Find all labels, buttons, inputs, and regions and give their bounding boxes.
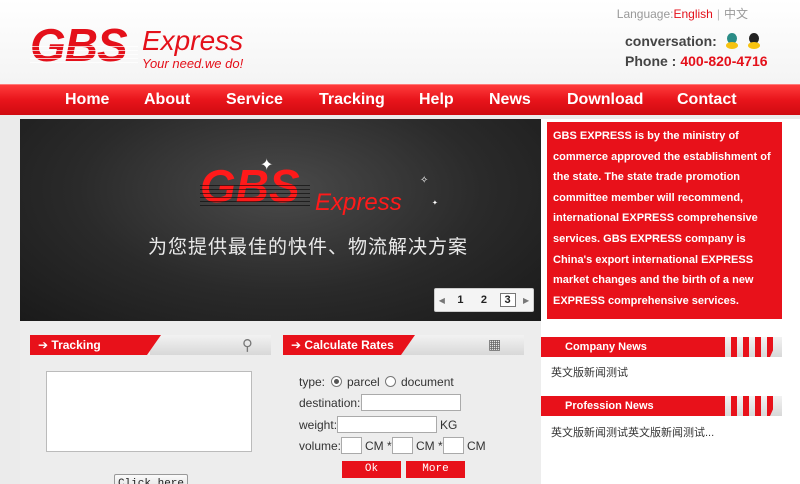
type-option-parcel[interactable]: parcel — [331, 375, 380, 389]
calculate-title-bar — [400, 335, 524, 355]
language-chinese-link[interactable]: 中文 — [724, 7, 748, 21]
company-intro: GBS EXPRESS is by the ministry of commer… — [547, 122, 782, 319]
company-intro-text: GBS EXPRESS is by the ministry of commer… — [553, 130, 771, 307]
slideshow-pager: ◀ 1 2 3 ▶ — [434, 288, 534, 312]
language-switcher: Language:English | 中文 — [617, 5, 748, 22]
tracking-title-text: Tracking — [51, 338, 101, 352]
document-radio[interactable] — [385, 376, 396, 387]
pager-page-3[interactable]: 3 — [499, 293, 516, 307]
nav-news[interactable]: News — [489, 91, 531, 109]
pager-page-1[interactable]: 1 — [452, 294, 468, 306]
calculate-title: ➔ Calculate Rates — [283, 335, 415, 355]
logo-gbs: GBS — [30, 19, 128, 71]
qq-icon[interactable] — [747, 33, 761, 49]
nav-help[interactable]: Help — [419, 91, 454, 109]
profession-news-header: Profession News — [541, 396, 782, 416]
nav-tracking[interactable]: Tracking — [319, 91, 385, 109]
company-news-title[interactable]: Company News — [541, 337, 719, 357]
chat-icon[interactable] — [725, 33, 739, 49]
parcel-label: parcel — [347, 375, 380, 389]
calculator-icon: ▦ — [488, 336, 502, 352]
logo-express: Express — [142, 25, 244, 56]
sparkle-icon: ✦ — [432, 200, 438, 207]
volume-cm-3: CM — [467, 439, 486, 453]
company-news-chevrons — [719, 337, 779, 357]
banner-logo-gbs: GBS — [200, 160, 300, 212]
profession-news-chevrons — [719, 396, 779, 416]
type-label: type: — [299, 375, 326, 389]
destination-input[interactable] — [361, 394, 461, 411]
language-english-link[interactable]: English — [674, 7, 713, 21]
document-label: document — [401, 375, 454, 389]
nav-download[interactable]: Download — [567, 91, 643, 109]
nav-contact[interactable]: Contact — [677, 91, 737, 109]
phone: Phone :400-820-4716 — [625, 53, 768, 69]
volume-cm-2: CM * — [416, 439, 443, 453]
volume-length-input[interactable] — [341, 437, 362, 454]
header: GBS Express Your need.we do! Language:En… — [0, 0, 800, 84]
calculate-arrow-icon: ➔ — [291, 338, 302, 352]
volume-width-input[interactable] — [392, 437, 413, 454]
destination-label: destination: — [299, 396, 361, 410]
language-separator: | — [716, 7, 720, 21]
tracking-title: ➔ Tracking — [30, 335, 161, 355]
phone-number: 400-820-4716 — [680, 53, 768, 69]
type-option-document[interactable]: document — [385, 375, 454, 389]
sparkle-icon: ✧ — [420, 175, 429, 186]
tracking-arrow-icon: ➔ — [38, 338, 49, 352]
pager-next-icon[interactable]: ▶ — [523, 296, 529, 305]
pager-prev-icon[interactable]: ◀ — [439, 296, 445, 305]
parcel-radio[interactable] — [331, 376, 342, 387]
nav-service[interactable]: Service — [226, 91, 283, 109]
volume-cm-1: CM * — [365, 439, 392, 453]
banner-logo-express: Express — [315, 189, 402, 216]
language-label: Language: — [616, 7, 674, 21]
phone-label: Phone : — [625, 53, 677, 69]
volume-height-input[interactable] — [443, 437, 464, 454]
calculate-more-button[interactable]: More — [406, 461, 465, 478]
tracking-submit-button[interactable]: Click here — [114, 474, 188, 484]
banner-subtitle: 为您提供最佳的快件、物流解决方案 — [148, 237, 469, 258]
tracking-search-icon: ⚲ — [242, 337, 253, 354]
nav-about[interactable]: About — [144, 91, 190, 109]
profession-news-title[interactable]: Profession News — [541, 396, 719, 416]
nav-home[interactable]: Home — [65, 91, 109, 109]
main-nav: Home About Service Tracking Help News Do… — [0, 84, 800, 115]
conversation: conversation: — [625, 33, 761, 49]
calculate-ok-button[interactable]: Ok — [342, 461, 401, 478]
calculate-title-text: Calculate Rates — [304, 338, 394, 352]
conversation-label: conversation: — [625, 33, 717, 49]
company-news-header: Company News — [541, 337, 782, 357]
volume-label: volume: — [299, 439, 342, 453]
tracking-number-input[interactable] — [46, 371, 252, 452]
logo-slogan: Your need.we do! — [142, 56, 244, 71]
profession-news-item[interactable]: 英文版新闻测试英文版新闻测试... — [551, 424, 714, 440]
company-news-item[interactable]: 英文版新闻测试 — [551, 364, 628, 380]
banner-slideshow[interactable]: ✦ ✧ ✦ GBS Express 为您提供最佳的快件、物流解决方案 ◀ 1 2… — [20, 119, 541, 321]
weight-unit: KG — [440, 418, 458, 432]
weight-label: weight: — [299, 418, 338, 432]
pager-page-2[interactable]: 2 — [476, 294, 492, 306]
weight-input[interactable] — [337, 416, 437, 433]
logo[interactable]: GBS Express Your need.we do! — [30, 22, 270, 72]
